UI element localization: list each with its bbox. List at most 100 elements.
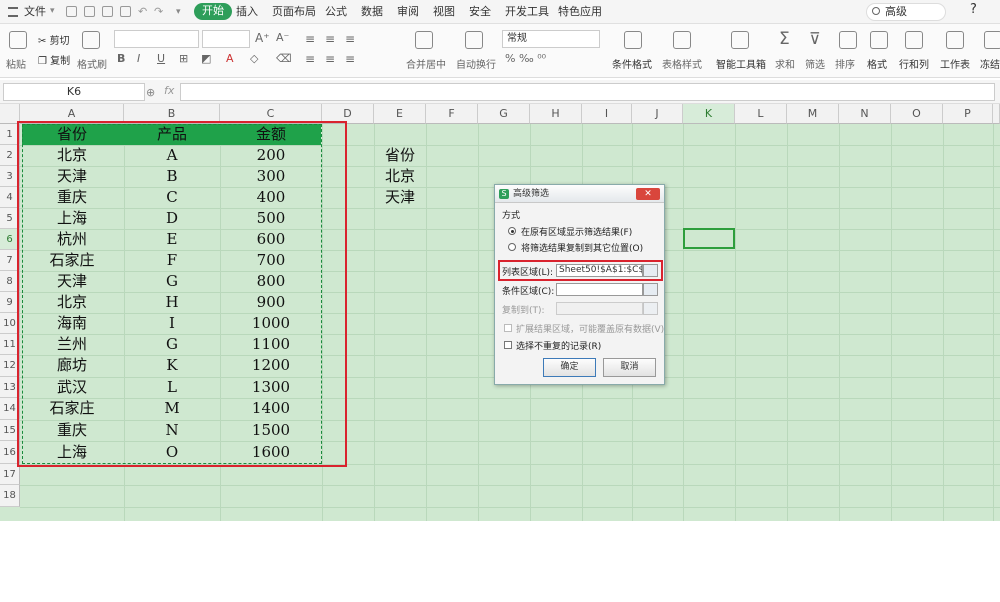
freeze-icon[interactable] [984,31,1000,49]
tab-developer[interactable]: 开发工具 [505,4,549,20]
vertical-scrollbar[interactable] [993,104,1000,124]
worksheet-button[interactable]: 工作表 [940,56,970,71]
align-top-icon[interactable]: ≡ [305,32,315,46]
ok-button[interactable]: 确定 [543,358,596,377]
erase-icon[interactable]: ⌫ [276,52,292,65]
export-icon[interactable] [84,6,95,17]
column-header[interactable]: P [943,104,993,124]
paste-button[interactable]: 粘贴 [6,56,26,71]
option-copy-to-label[interactable]: 将筛选结果复制到其它位置(O) [521,241,643,254]
file-menu[interactable]: 文件 [24,4,46,20]
merge-icon[interactable] [415,31,433,49]
chevron-down-icon[interactable]: ▾ [50,3,55,19]
column-header[interactable]: O [891,104,943,124]
column-header[interactable]: J [632,104,683,124]
filter-button[interactable]: 筛选 [805,56,825,71]
unique-records-label[interactable]: 选择不重复的记录(R) [516,339,601,352]
column-header[interactable]: F [426,104,478,124]
smart-toolbox-button[interactable]: 智能工具箱 [716,56,766,71]
merge-button[interactable]: 合并居中 [406,56,446,71]
dialog-titlebar[interactable]: S 高级筛选 ✕ [495,185,664,203]
clear-icon[interactable]: ◇ [250,52,258,65]
criteria-cell[interactable]: 天津 [374,187,426,208]
unique-records-checkbox[interactable] [504,341,512,349]
search-input[interactable]: 高级 [866,3,946,21]
tab-special[interactable]: 特色应用 [558,4,602,20]
range-picker-icon[interactable] [643,283,658,296]
filter-icon[interactable]: ⊽ [809,29,821,48]
tab-security[interactable]: 安全 [469,4,491,20]
font-size-select[interactable] [202,30,250,48]
align-middle-icon[interactable]: ≡ [325,32,335,46]
column-header[interactable]: G [478,104,530,124]
bold-icon[interactable]: B [117,52,125,65]
tab-formulas[interactable]: 公式 [325,4,347,20]
column-header-active[interactable]: K [683,104,735,124]
row-col-button[interactable]: 行和列 [899,56,929,71]
font-grow-icon[interactable]: A⁺ [255,31,270,45]
percent-icon[interactable]: % ‰ ⁰⁰ [505,52,546,65]
close-button[interactable]: ✕ [636,188,660,200]
fill-color-icon[interactable]: ◩ [201,52,211,65]
align-bottom-icon[interactable]: ≡ [345,32,355,46]
format-painter-button[interactable]: 格式刷 [77,56,107,71]
tab-insert[interactable]: 插入 [236,4,258,20]
tab-review[interactable]: 审阅 [397,4,419,20]
cancel-button[interactable]: 取消 [603,358,656,377]
row-header[interactable]: 18 [0,485,20,507]
align-right-icon[interactable]: ≡ [345,52,355,66]
radio-in-place[interactable] [508,227,516,235]
radio-copy-to[interactable] [508,243,516,251]
preview-icon[interactable] [120,6,131,17]
name-box[interactable]: K6 [3,83,145,101]
save-icon[interactable] [66,6,77,17]
undo-icon[interactable]: ↶ [138,4,147,20]
toolbox-icon[interactable] [731,31,749,49]
criteria-range-input[interactable] [556,283,643,296]
freeze-button[interactable]: 冻结窗 [980,56,1000,71]
column-header[interactable]: I [582,104,632,124]
sort-icon[interactable] [839,31,857,49]
cut-button[interactable]: ✂ 剪切 [38,32,70,47]
paste-icon[interactable] [9,31,27,49]
align-left-icon[interactable]: ≡ [305,52,315,66]
tab-data[interactable]: 数据 [361,4,383,20]
column-header[interactable]: E [374,104,426,124]
tab-view[interactable]: 视图 [433,4,455,20]
column-header[interactable]: L [735,104,787,124]
help-icon[interactable]: ? [970,2,977,18]
column-header[interactable]: H [530,104,582,124]
italic-icon[interactable]: I [137,52,140,65]
conditional-format-button[interactable]: 条件格式 [612,56,652,71]
fx-icon[interactable]: fx [164,84,174,97]
font-family-select[interactable] [114,30,199,48]
criteria-cell[interactable]: 省份 [374,145,426,166]
underline-icon[interactable]: U [157,52,165,65]
format-icon[interactable] [870,31,888,49]
row-col-icon[interactable] [905,31,923,49]
number-format-select[interactable]: 常规 [502,30,600,48]
row-header[interactable]: 17 [0,464,20,485]
worksheet-icon[interactable] [946,31,964,49]
border-icon[interactable]: ⊞ [179,52,188,65]
font-shrink-icon[interactable]: A⁻ [276,31,289,44]
criteria-cell[interactable]: 北京 [374,166,426,187]
hamburger-icon[interactable] [8,7,18,17]
sum-icon[interactable]: Σ [779,29,790,49]
tab-page-layout[interactable]: 页面布局 [272,4,316,20]
format-painter-icon[interactable] [82,31,100,49]
align-center-icon[interactable]: ≡ [325,52,335,66]
column-header[interactable]: N [839,104,891,124]
more-icon[interactable]: ▾ [176,4,181,20]
tab-home[interactable]: 开始 [194,3,232,20]
column-header[interactable]: M [787,104,839,124]
active-cell-k6[interactable] [683,228,735,249]
option-in-place-label[interactable]: 在原有区域显示筛选结果(F) [521,225,632,238]
redo-icon[interactable]: ↷ [154,4,163,20]
print-icon[interactable] [102,6,113,17]
sort-button[interactable]: 排序 [835,56,855,71]
wrap-button[interactable]: 自动换行 [456,56,496,71]
table-style-button[interactable]: 表格样式 [662,56,702,71]
sum-button[interactable]: 求和 [775,56,795,71]
copy-button[interactable]: ❐ 复制 [38,52,70,67]
